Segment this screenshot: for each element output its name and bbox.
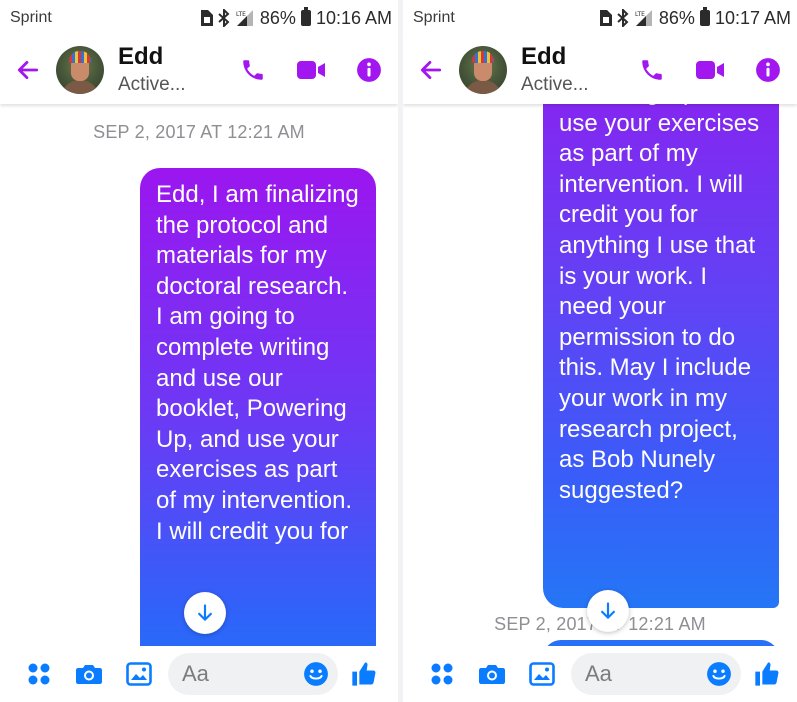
camera-button[interactable] bbox=[467, 649, 517, 699]
image-icon bbox=[529, 662, 555, 686]
image-icon bbox=[126, 662, 152, 686]
composer: Aa bbox=[403, 646, 797, 702]
message-input-placeholder: Aa bbox=[182, 661, 209, 686]
carrier-label: Sprint bbox=[413, 9, 455, 26]
avatar[interactable] bbox=[56, 46, 104, 94]
composer: Aa bbox=[0, 646, 398, 702]
screenshot-left: Sprint LTE 86% 10:16 AM Edd Active... SE… bbox=[0, 0, 398, 702]
like-button[interactable] bbox=[741, 649, 793, 699]
contact-info[interactable]: Edd Active... bbox=[118, 43, 224, 97]
camera-button[interactable] bbox=[64, 649, 114, 699]
like-button[interactable] bbox=[338, 649, 390, 699]
back-button[interactable] bbox=[0, 40, 56, 100]
message-bubble[interactable]: Powering Up, and use your exercises as p… bbox=[543, 104, 779, 608]
info-icon bbox=[357, 58, 381, 82]
four-dots-icon bbox=[431, 663, 453, 685]
bluetooth-icon bbox=[218, 9, 230, 27]
camera-icon bbox=[76, 665, 102, 684]
four-dots-icon bbox=[28, 663, 50, 685]
smiley-icon bbox=[707, 662, 731, 686]
apps-button[interactable] bbox=[417, 649, 467, 699]
gallery-button[interactable] bbox=[517, 649, 567, 699]
bluetooth-icon bbox=[617, 9, 629, 27]
clock: 10:17 AM bbox=[714, 7, 791, 28]
video-call-button[interactable] bbox=[681, 40, 739, 100]
scroll-to-bottom-button[interactable] bbox=[587, 590, 629, 632]
carrier-label: Sprint bbox=[10, 9, 52, 26]
chat-header: Edd Active... bbox=[403, 36, 797, 104]
arrow-down-icon bbox=[198, 604, 212, 621]
status-bar: Sprint LTE 86% 10:17 AM bbox=[403, 0, 797, 36]
message-input-placeholder: Aa bbox=[585, 661, 612, 686]
arrow-down-icon bbox=[601, 602, 615, 619]
call-button[interactable] bbox=[623, 40, 681, 100]
sim-icon bbox=[598, 10, 612, 26]
contact-status: Active... bbox=[521, 74, 589, 95]
scroll-to-bottom-button[interactable] bbox=[184, 592, 226, 634]
message-list[interactable]: Powering Up, and use your exercises as p… bbox=[403, 104, 797, 646]
svg-text:LTE: LTE bbox=[635, 11, 645, 18]
video-camera-icon bbox=[696, 61, 724, 79]
info-button[interactable] bbox=[739, 40, 797, 100]
contact-status: Active... bbox=[118, 74, 186, 95]
arrow-left-icon bbox=[17, 61, 39, 79]
thumbs-up-icon bbox=[352, 662, 376, 686]
lte-signal-icon: LTE bbox=[235, 9, 255, 27]
info-button[interactable] bbox=[340, 40, 398, 100]
battery-icon bbox=[699, 7, 710, 26]
svg-text:LTE: LTE bbox=[236, 11, 246, 18]
gallery-button[interactable] bbox=[114, 649, 164, 699]
message-input[interactable]: Aa bbox=[571, 653, 741, 695]
camera-icon bbox=[479, 665, 505, 684]
status-bar: Sprint LTE 86% 10:16 AM bbox=[0, 0, 398, 36]
message-list[interactable]: SEP 2, 2017 AT 12:21 AM Edd, I am finali… bbox=[0, 104, 398, 646]
video-call-button[interactable] bbox=[282, 40, 340, 100]
thumbs-up-icon bbox=[755, 662, 779, 686]
battery-percent: 86% bbox=[259, 7, 296, 28]
clock: 10:16 AM bbox=[315, 7, 392, 28]
battery-icon bbox=[300, 7, 311, 26]
lte-signal-icon: LTE bbox=[634, 9, 654, 27]
apps-button[interactable] bbox=[14, 649, 64, 699]
arrow-left-icon bbox=[420, 61, 442, 79]
smiley-icon bbox=[304, 662, 328, 686]
phone-icon bbox=[243, 60, 263, 80]
emoji-button[interactable] bbox=[298, 656, 334, 692]
back-button[interactable] bbox=[403, 40, 459, 100]
chat-header: Edd Active... bbox=[0, 36, 398, 104]
info-icon bbox=[756, 58, 780, 82]
call-button[interactable] bbox=[224, 40, 282, 100]
avatar[interactable] bbox=[459, 46, 507, 94]
battery-percent: 86% bbox=[658, 7, 695, 28]
video-camera-icon bbox=[297, 61, 325, 79]
contact-name: Edd bbox=[118, 43, 164, 70]
contact-name: Edd bbox=[521, 43, 567, 70]
sim-icon bbox=[199, 10, 213, 26]
screenshot-right: Sprint LTE 86% 10:17 AM Edd Active... us… bbox=[403, 0, 797, 702]
emoji-button[interactable] bbox=[701, 656, 737, 692]
contact-info[interactable]: Edd Active... bbox=[521, 43, 623, 97]
message-input[interactable]: Aa bbox=[168, 653, 338, 695]
message-timestamp: SEP 2, 2017 AT 12:21 AM bbox=[93, 122, 305, 142]
message-bubble[interactable]: Edd, I am finalizing the protocol and ma… bbox=[140, 168, 376, 646]
phone-icon bbox=[642, 60, 662, 80]
